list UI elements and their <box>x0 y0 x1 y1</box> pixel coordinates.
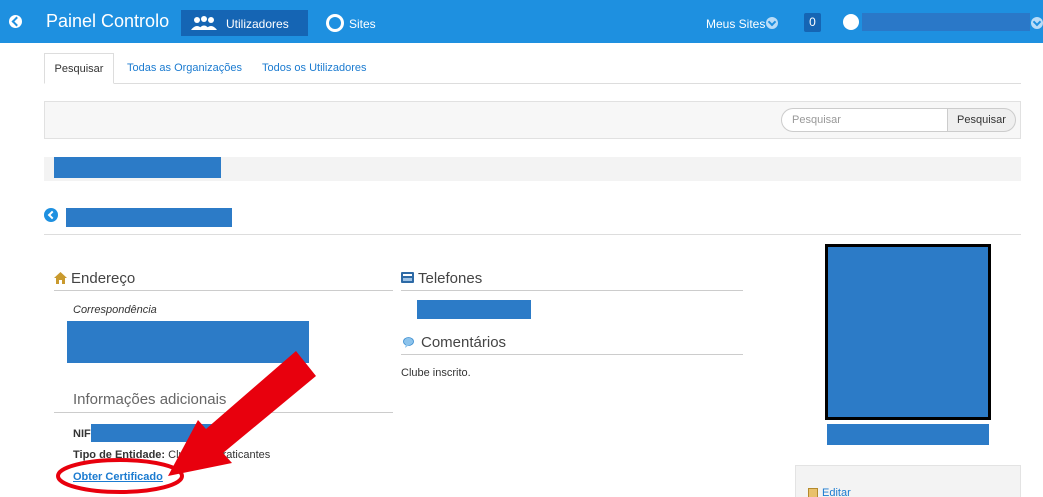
annotation-overlay <box>56 351 316 494</box>
red-arrow-annotation <box>168 351 316 476</box>
red-circle-annotation <box>56 458 184 494</box>
